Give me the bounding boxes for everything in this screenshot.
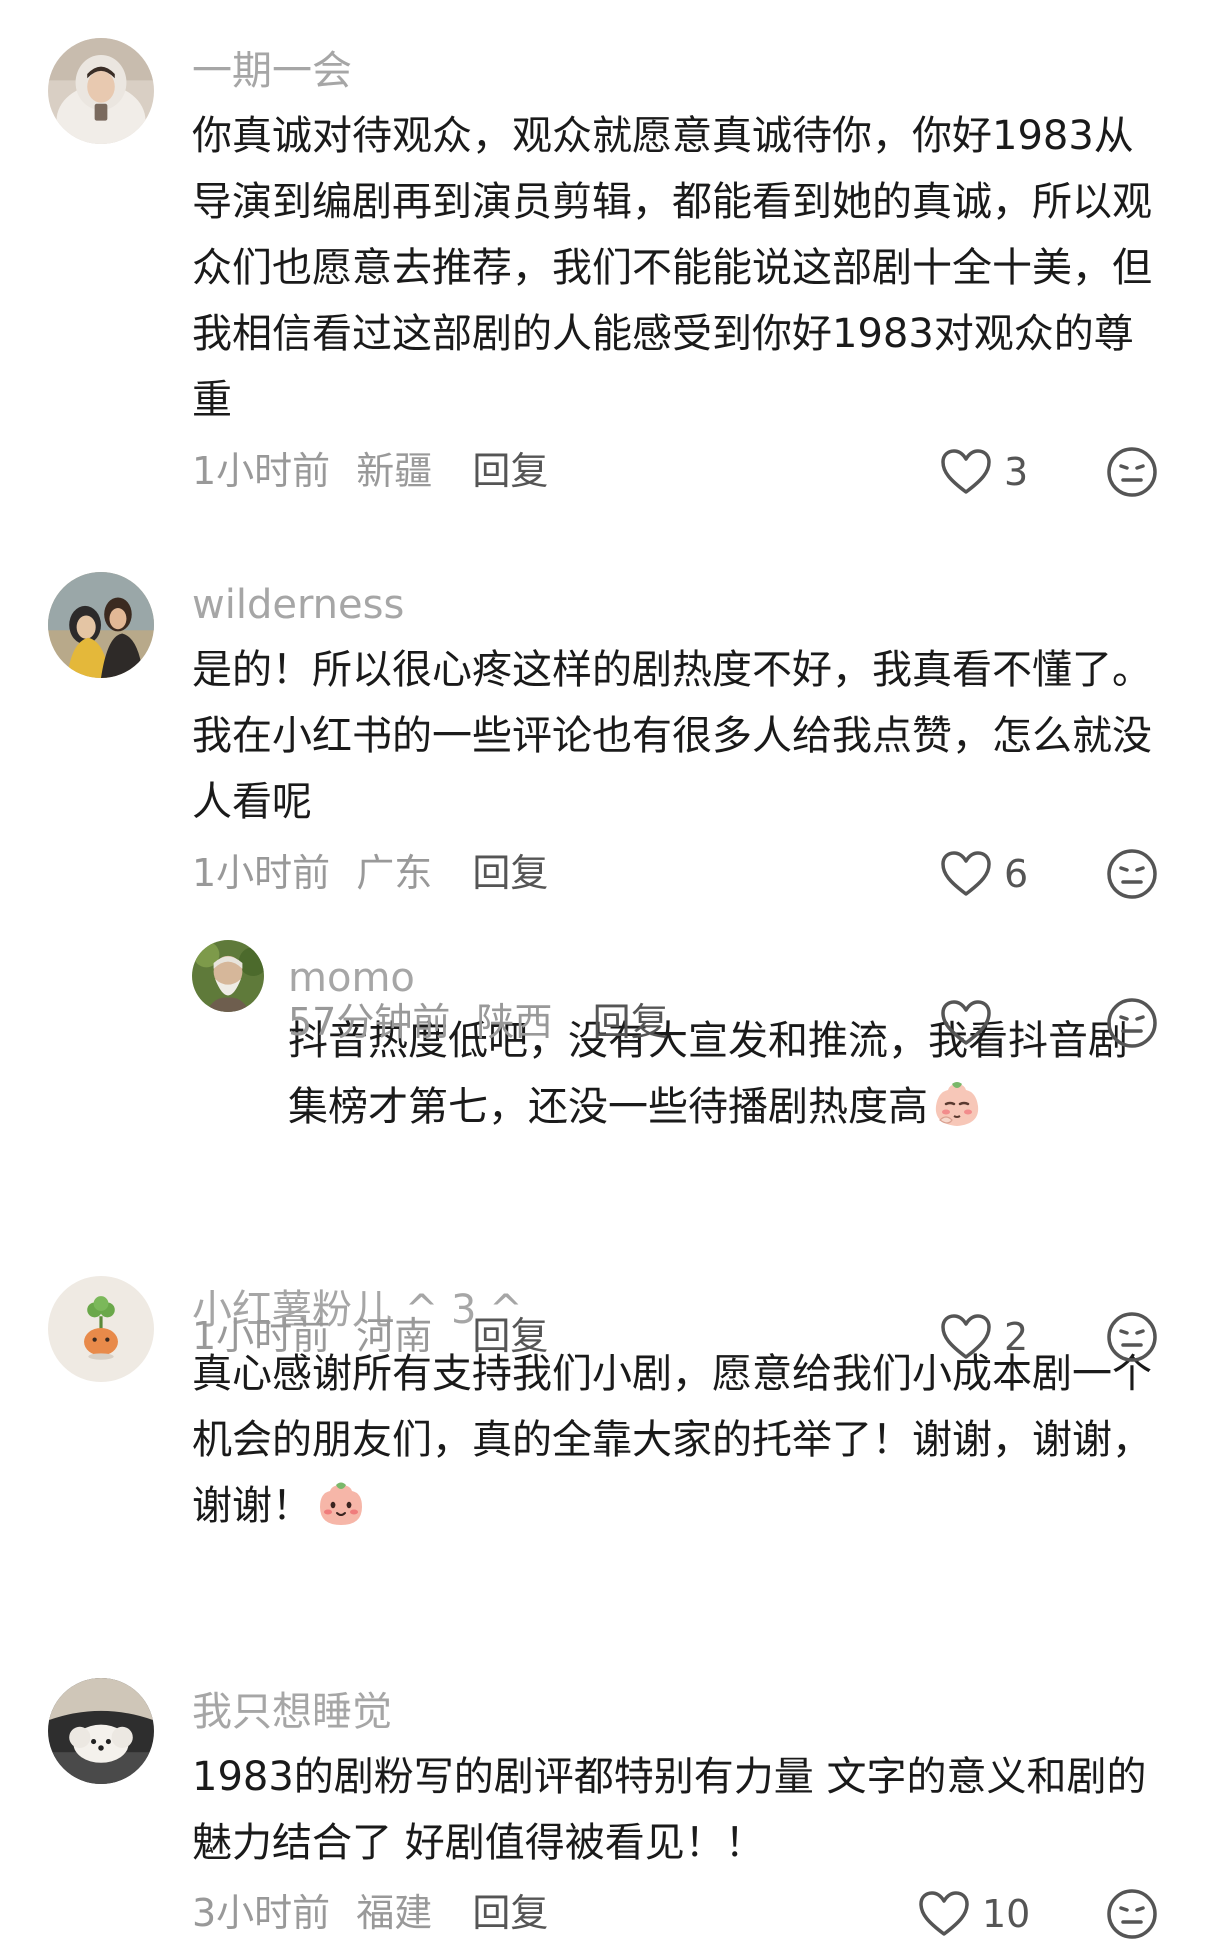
timestamp: 1小时前: [192, 449, 331, 493]
timestamp: 57分钟前: [288, 1000, 451, 1044]
timestamp: 1小时前: [192, 1314, 331, 1358]
like-button[interactable]: 6: [940, 844, 1028, 904]
reply-button[interactable]: 回复: [472, 1894, 548, 1932]
comment-meta: 57分钟前 陕西 回复: [288, 1003, 669, 1041]
location: 河南: [356, 1314, 433, 1358]
neutral-face-icon: [1107, 1889, 1157, 1939]
pensive-face-emoji-icon: [935, 1082, 979, 1126]
blushing-face-emoji-icon: [320, 1482, 362, 1525]
reply-button[interactable]: 回复: [593, 1003, 669, 1041]
like-count: 2: [1004, 1315, 1029, 1359]
avatar[interactable]: [48, 572, 154, 678]
comment-text: 是的！所以很心疼这样的剧热度不好，我真看不懂了。我在小红书的一些评论也有很多人给…: [192, 647, 1152, 825]
neutral-face-icon: [1107, 447, 1157, 497]
dislike-button[interactable]: [1106, 446, 1158, 498]
heart-outline-icon: [941, 851, 991, 896]
white-dog-avatar-icon: [48, 1678, 154, 1784]
comment-item: 一期一会 你真诚对待观众，观众就愿意真诚待你，你好1983从导演到编剧再到演员剪…: [0, 0, 1206, 540]
username[interactable]: wilderness: [192, 585, 404, 625]
timestamp: 3小时前: [192, 1891, 331, 1935]
avatar[interactable]: [192, 940, 264, 1012]
avatar[interactable]: [48, 38, 154, 144]
dislike-button[interactable]: [1106, 848, 1158, 900]
dislike-button[interactable]: [1106, 1888, 1158, 1940]
painting-couple-avatar-icon: [48, 572, 154, 678]
comment-meta: 1小时前 新疆 回复: [192, 452, 548, 490]
like-count: 3: [1004, 450, 1029, 494]
like-button[interactable]: 2: [940, 1307, 1028, 1367]
reply-button[interactable]: 回复: [472, 452, 548, 490]
bearded-old-man-avatar-icon: [192, 940, 264, 1012]
comment-meta: 1小时前 广东 回复: [192, 854, 548, 892]
heart-outline-icon: [919, 1891, 969, 1936]
like-button[interactable]: 3: [940, 442, 1028, 502]
comment-meta: 1小时前 河南 回复: [192, 1317, 548, 1355]
username[interactable]: 我只想睡觉: [192, 1692, 392, 1732]
comment-meta: 3小时前 福建 回复: [192, 1894, 548, 1932]
comment-text: 真心感谢所有支持我们小剧，愿意给我们小成本剧一个机会的朋友们，真的全靠大家的托举…: [192, 1341, 1152, 1539]
reply-item: momo 抖音热度低吧，没有大宣发和推流，我看抖音剧集榜才第七，还没一些待播剧热…: [0, 920, 1206, 1240]
clover-sprout-avatar-icon: [48, 1276, 154, 1382]
like-count: 6: [1004, 852, 1029, 896]
reply-button[interactable]: 回复: [472, 1317, 548, 1355]
like-button[interactable]: [940, 993, 1004, 1053]
location: 新疆: [356, 449, 433, 493]
dislike-button[interactable]: [1106, 997, 1158, 1049]
location: 陕西: [476, 1000, 553, 1044]
avatar[interactable]: [48, 1678, 154, 1784]
username[interactable]: 一期一会: [192, 51, 352, 91]
neutral-face-icon: [1107, 998, 1157, 1048]
username[interactable]: momo: [288, 958, 415, 998]
like-count: 10: [982, 1892, 1031, 1936]
reply-button[interactable]: 回复: [472, 854, 548, 892]
dislike-button[interactable]: [1106, 1311, 1158, 1363]
avatar[interactable]: [48, 1276, 154, 1382]
comment-text: 你真诚对待观众，观众就愿意真诚待你，你好1983从导演到编剧再到演员剪辑，都能看…: [192, 113, 1152, 423]
like-button[interactable]: 10: [918, 1884, 1030, 1944]
neutral-face-icon: [1107, 849, 1157, 899]
timestamp: 1小时前: [192, 851, 331, 895]
heart-outline-icon: [941, 449, 991, 494]
neutral-face-icon: [1107, 1312, 1157, 1362]
person-in-white-hoodie-avatar-icon: [48, 38, 154, 144]
heart-outline-icon: [941, 1314, 991, 1359]
comment-item: wilderness 是的！所以很心疼这样的剧热度不好，我真看不懂了。我在小红书…: [0, 560, 1206, 920]
location: 福建: [356, 1891, 433, 1935]
heart-outline-icon: [941, 1000, 991, 1045]
location: 广东: [356, 851, 433, 895]
comment-text: 1983的剧粉写的剧评都特别有力量 文字的意义和剧的魅力结合了 好剧值得被看见！…: [192, 1754, 1147, 1866]
